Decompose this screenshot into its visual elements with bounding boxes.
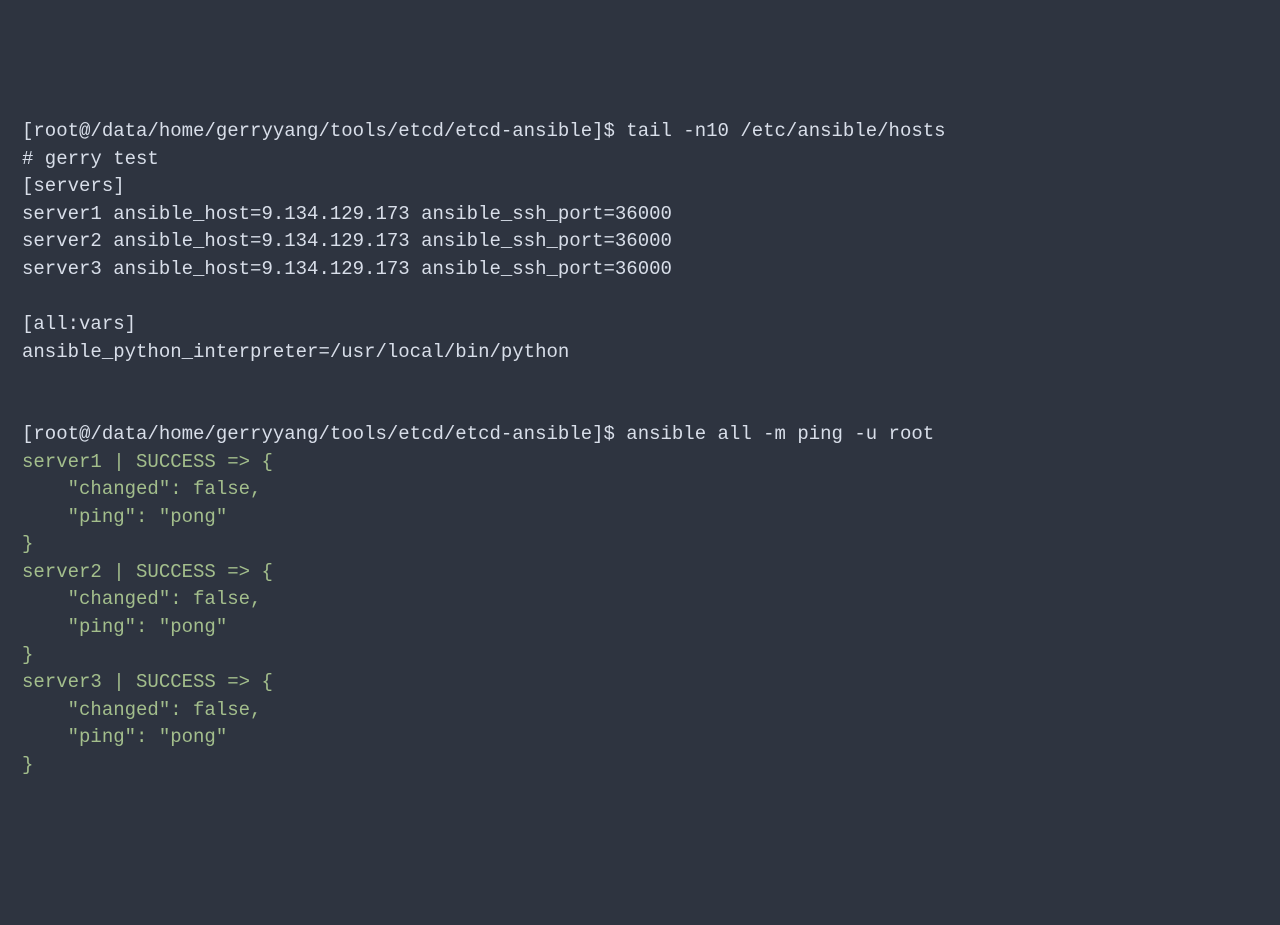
- terminal-line: [root@/data/home/gerryyang/tools/etcd/et…: [22, 421, 1280, 449]
- terminal-line: }: [22, 531, 1280, 559]
- terminal-line: "changed": false,: [22, 476, 1280, 504]
- terminal-line: [22, 283, 1280, 311]
- terminal-line: }: [22, 642, 1280, 670]
- terminal-line: server2 | SUCCESS => {: [22, 559, 1280, 587]
- terminal-line: # gerry test: [22, 146, 1280, 174]
- terminal-line: "changed": false,: [22, 697, 1280, 725]
- terminal-line: server1 ansible_host=9.134.129.173 ansib…: [22, 201, 1280, 229]
- terminal-output: [root@/data/home/gerryyang/tools/etcd/et…: [0, 118, 1280, 779]
- terminal-line: "ping": "pong": [22, 724, 1280, 752]
- terminal-line: server3 ansible_host=9.134.129.173 ansib…: [22, 256, 1280, 284]
- terminal-line: [22, 394, 1280, 422]
- terminal-line: server1 | SUCCESS => {: [22, 449, 1280, 477]
- terminal-line: "ping": "pong": [22, 614, 1280, 642]
- terminal-line: [22, 366, 1280, 394]
- terminal-line: server3 | SUCCESS => {: [22, 669, 1280, 697]
- terminal-line: [servers]: [22, 173, 1280, 201]
- terminal-line: }: [22, 752, 1280, 780]
- terminal-line: [all:vars]: [22, 311, 1280, 339]
- terminal-line: "ping": "pong": [22, 504, 1280, 532]
- terminal-line: ansible_python_interpreter=/usr/local/bi…: [22, 339, 1280, 367]
- terminal-line: "changed": false,: [22, 586, 1280, 614]
- terminal-line: server2 ansible_host=9.134.129.173 ansib…: [22, 228, 1280, 256]
- terminal-line: [root@/data/home/gerryyang/tools/etcd/et…: [22, 118, 1280, 146]
